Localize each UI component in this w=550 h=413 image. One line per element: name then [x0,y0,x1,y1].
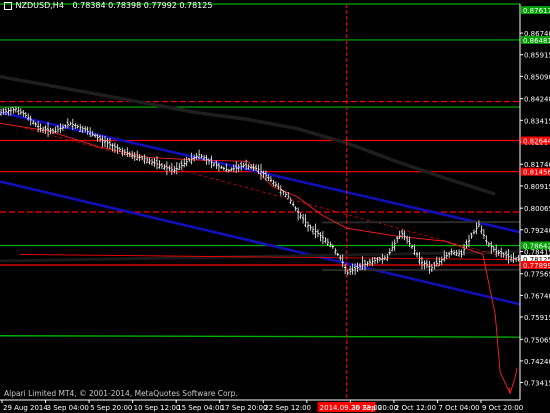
y-tick-label-12: 0.76740 [524,292,550,300]
x-tick-label-3: 10 Sep 12:00 [134,404,181,412]
y-tick-label-1: 0.85915 [524,52,550,60]
x-tick-label-1: 3 Sep 04:00 [47,404,89,412]
price-label-4: 0.78642 [523,242,550,250]
y-tick-label-2: 0.85090 [524,73,550,81]
extra-line-5 [321,268,521,272]
header-toggle-icon[interactable] [4,1,12,10]
price-label-2: 0.82644 [523,138,550,146]
price-label-3: 0.81456 [523,169,550,177]
y-tick-label-7: 0.80915 [524,183,550,191]
header-symbol: NZDUSD,H4 [15,1,64,10]
chart-header: NZDUSD,H4 0.78384 0.78398 0.77992 0.7812… [4,1,212,10]
price-label-1: 0.86481 [523,37,550,45]
x-tick-label-2: 5 Sep 20:00 [90,404,132,412]
x-tick-label-5: 17 Sep 20:00 [221,404,268,412]
x-tick-label-8: 30 Sep 20:00 [351,404,398,412]
y-tick-label-3: 0.84240 [524,96,550,104]
price-chart[interactable]: 0.867400.859150.850900.842400.834150.825… [0,0,550,413]
price-label-6: 0.77899 [523,262,550,270]
price-label-0: 0.87617 [523,7,550,15]
y-tick-label-13: 0.75915 [524,314,550,322]
y-tick-label-15: 0.74240 [524,358,550,366]
x-tick-label-6: 22 Sep 12:00 [264,404,311,412]
y-tick-label-11: 0.77565 [524,271,550,279]
x-tick-label-0: 29 Aug 2014 [3,404,48,412]
extra-line-4 [321,220,521,224]
chart-background [0,0,550,413]
y-tick-label-4: 0.83415 [524,117,550,125]
x-tick-label-9: 2 Oct 12:00 [395,404,436,412]
x-tick-label-4: 15 Sep 04:00 [177,404,224,412]
header-ohlc: 0.78384 0.78398 0.77992 0.78125 [72,1,213,10]
y-tick-label-8: 0.80065 [524,205,550,213]
y-tick-label-9: 0.79240 [524,227,550,235]
y-tick-label-14: 0.75065 [524,336,550,344]
x-tick-label-10: 7 Oct 04:00 [438,404,479,412]
copyright-text: Alpari Limited MT4, © 2001-2014, MetaQuo… [4,389,238,398]
y-tick-label-16: 0.73415 [524,380,550,388]
x-tick-label-11: 9 Oct 20:00 [482,404,523,412]
